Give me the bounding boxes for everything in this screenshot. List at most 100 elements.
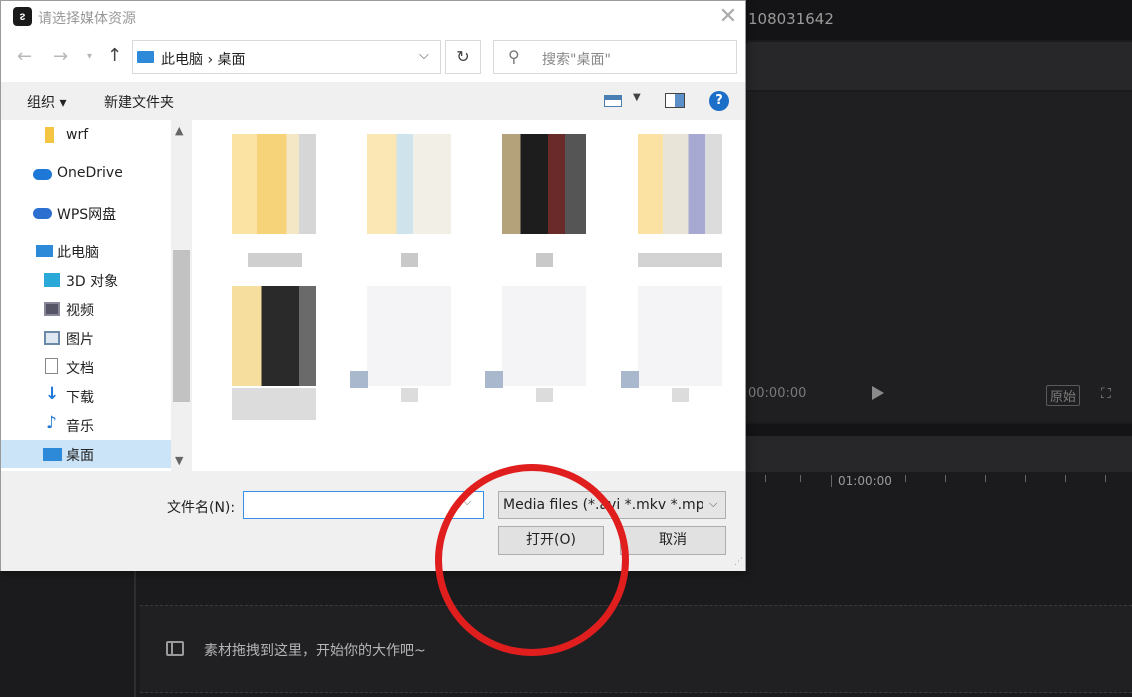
ruler-time-label: 01:00:00 <box>838 474 892 488</box>
left-panel <box>0 570 134 697</box>
nav-item-videos[interactable]: 视频 <box>1 295 171 323</box>
cloud-icon <box>33 208 52 219</box>
nav-item-desktop[interactable]: 桌面 <box>1 440 171 468</box>
folder-icon <box>45 127 54 143</box>
file-list-area[interactable] <box>192 120 745 471</box>
nav-item-documents[interactable]: 文档 <box>1 353 171 381</box>
file-name-label[interactable] <box>536 253 553 267</box>
filename-label: 文件名(N): <box>167 500 236 516</box>
nav-item-music[interactable]: ♪ 音乐 <box>1 411 171 439</box>
file-thumbnail[interactable] <box>367 286 451 386</box>
preview-time: 00:00:00 <box>748 386 807 401</box>
file-thumbnail[interactable] <box>367 134 451 234</box>
file-type-icon <box>350 371 368 388</box>
nav-item-wps[interactable]: WPS网盘 <box>1 199 171 227</box>
desktop-icon <box>43 448 62 461</box>
file-name-label[interactable] <box>248 253 302 267</box>
file-name-label[interactable] <box>536 388 553 402</box>
chevron-down-icon[interactable]: ▼ <box>175 454 183 467</box>
close-button[interactable]: ✕ <box>713 3 743 31</box>
nav-item-label: 下载 <box>66 390 94 406</box>
file-type-icon <box>621 371 639 388</box>
preview-panel <box>745 92 1132 422</box>
file-thumbnail[interactable] <box>638 286 722 386</box>
nav-item-label: wrf <box>66 127 89 143</box>
chevron-down-icon[interactable]: ▼ <box>633 92 641 103</box>
file-name-label[interactable] <box>672 388 689 402</box>
cancel-button[interactable]: 取消 <box>620 526 726 555</box>
file-type-icon <box>485 371 503 388</box>
chevron-down-icon[interactable]: ⌵ <box>419 48 429 63</box>
search-input[interactable]: ⚲ 搜索"桌面" <box>493 40 737 74</box>
file-thumbnail[interactable] <box>232 134 316 234</box>
dialog-title-bar: ᴤ 请选择媒体资源 ✕ <box>1 1 745 34</box>
nav-item-label: WPS网盘 <box>57 207 117 223</box>
highlight-circle-annotation <box>435 464 629 656</box>
preview-pane-icon[interactable] <box>665 93 685 108</box>
file-thumbnail[interactable] <box>638 134 722 234</box>
navigation-pane: wrf OneDrive WPS网盘 此电脑 3D 对象 视频 图片 文档 ↓ … <box>1 120 192 471</box>
up-arrow-icon[interactable]: ↑ <box>107 45 122 66</box>
resize-grip-icon[interactable]: ⋰ <box>734 557 743 567</box>
refresh-button[interactable]: ↻ <box>445 40 481 74</box>
search-placeholder: 搜索"桌面" <box>542 52 611 68</box>
view-mode-icon[interactable] <box>604 95 622 107</box>
chevron-down-icon[interactable]: ⌵ <box>709 497 717 511</box>
search-icon: ⚲ <box>508 47 520 66</box>
left-panel-border <box>134 570 136 697</box>
file-thumbnail[interactable] <box>232 286 316 386</box>
help-icon[interactable]: ? <box>709 91 729 111</box>
nav-item-label: 视频 <box>66 303 94 319</box>
nav-item-onedrive[interactable]: OneDrive <box>1 160 171 188</box>
file-open-dialog: ᴤ 请选择媒体资源 ✕ ← → ▾ ↑ 此电脑 › 桌面 ⌵ ↻ ⚲ 搜索"桌面… <box>0 0 746 571</box>
chevron-up-icon[interactable]: ▲ <box>175 124 183 137</box>
timeline-header <box>745 436 1132 472</box>
organize-button[interactable]: 组织 ▾ <box>27 92 66 112</box>
nav-item-label: 桌面 <box>66 448 94 464</box>
nav-item-pictures[interactable]: 图片 <box>1 324 171 352</box>
play-icon[interactable] <box>872 386 884 400</box>
timeline-drop-hint: 素材拖拽到这里，开始你的大作吧~ <box>204 643 426 659</box>
document-icon <box>45 358 58 374</box>
app-user-id: 108031642 <box>748 10 834 28</box>
recent-chevron-icon[interactable]: ▾ <box>87 51 92 62</box>
file-thumbnail[interactable] <box>502 286 586 386</box>
video-icon <box>44 302 60 316</box>
nav-item-wrf[interactable]: wrf <box>1 122 171 150</box>
fullscreen-icon[interactable]: ⛶ <box>1101 386 1111 402</box>
cube-icon <box>44 273 60 287</box>
computer-icon <box>36 245 53 257</box>
new-folder-button[interactable]: 新建文件夹 <box>104 92 174 112</box>
nav-item-downloads[interactable]: ↓ 下载 <box>1 382 171 410</box>
image-icon <box>44 331 60 345</box>
back-arrow-icon[interactable]: ← <box>17 46 32 67</box>
computer-icon <box>137 51 154 63</box>
nav-scroll-thumb[interactable] <box>173 250 190 402</box>
preview-panel-header <box>745 42 1132 90</box>
file-name-label[interactable] <box>401 388 418 402</box>
dialog-title: 请选择媒体资源 <box>38 11 136 27</box>
dialog-bottom-bar: 文件名(N): ⌵ Media files (*.avi *.mkv *.mpg… <box>1 471 745 571</box>
nav-item-3d-objects[interactable]: 3D 对象 <box>1 266 171 294</box>
file-name-label[interactable] <box>638 253 722 267</box>
address-path: 此电脑 › 桌面 <box>161 52 246 68</box>
ratio-button[interactable]: 原始 <box>1046 385 1081 406</box>
navigation-bar: ← → ▾ ↑ 此电脑 › 桌面 ⌵ ↻ ⚲ 搜索"桌面" <box>1 34 745 82</box>
nav-item-this-pc[interactable]: 此电脑 <box>1 237 171 265</box>
nav-item-label: 此电脑 <box>57 245 99 261</box>
dialog-toolbar: 组织 ▾ 新建文件夹 ▼ ? <box>1 82 745 120</box>
nav-item-label: OneDrive <box>57 165 123 181</box>
timeline-ruler <box>745 472 1132 492</box>
forward-arrow-icon[interactable]: → <box>53 46 68 67</box>
nav-scrollbar[interactable]: ▲ ▼ <box>171 120 192 471</box>
file-name-label[interactable] <box>232 388 316 420</box>
download-icon: ↓ <box>45 384 60 404</box>
nav-item-label: 3D 对象 <box>66 274 119 290</box>
file-thumbnail[interactable] <box>502 134 586 234</box>
film-icon <box>166 641 184 656</box>
nav-item-label: 音乐 <box>66 419 94 435</box>
nav-item-label: 图片 <box>66 332 94 348</box>
address-bar[interactable]: 此电脑 › 桌面 ⌵ <box>132 40 441 74</box>
file-name-label[interactable] <box>401 253 418 267</box>
cloud-icon <box>33 169 52 180</box>
